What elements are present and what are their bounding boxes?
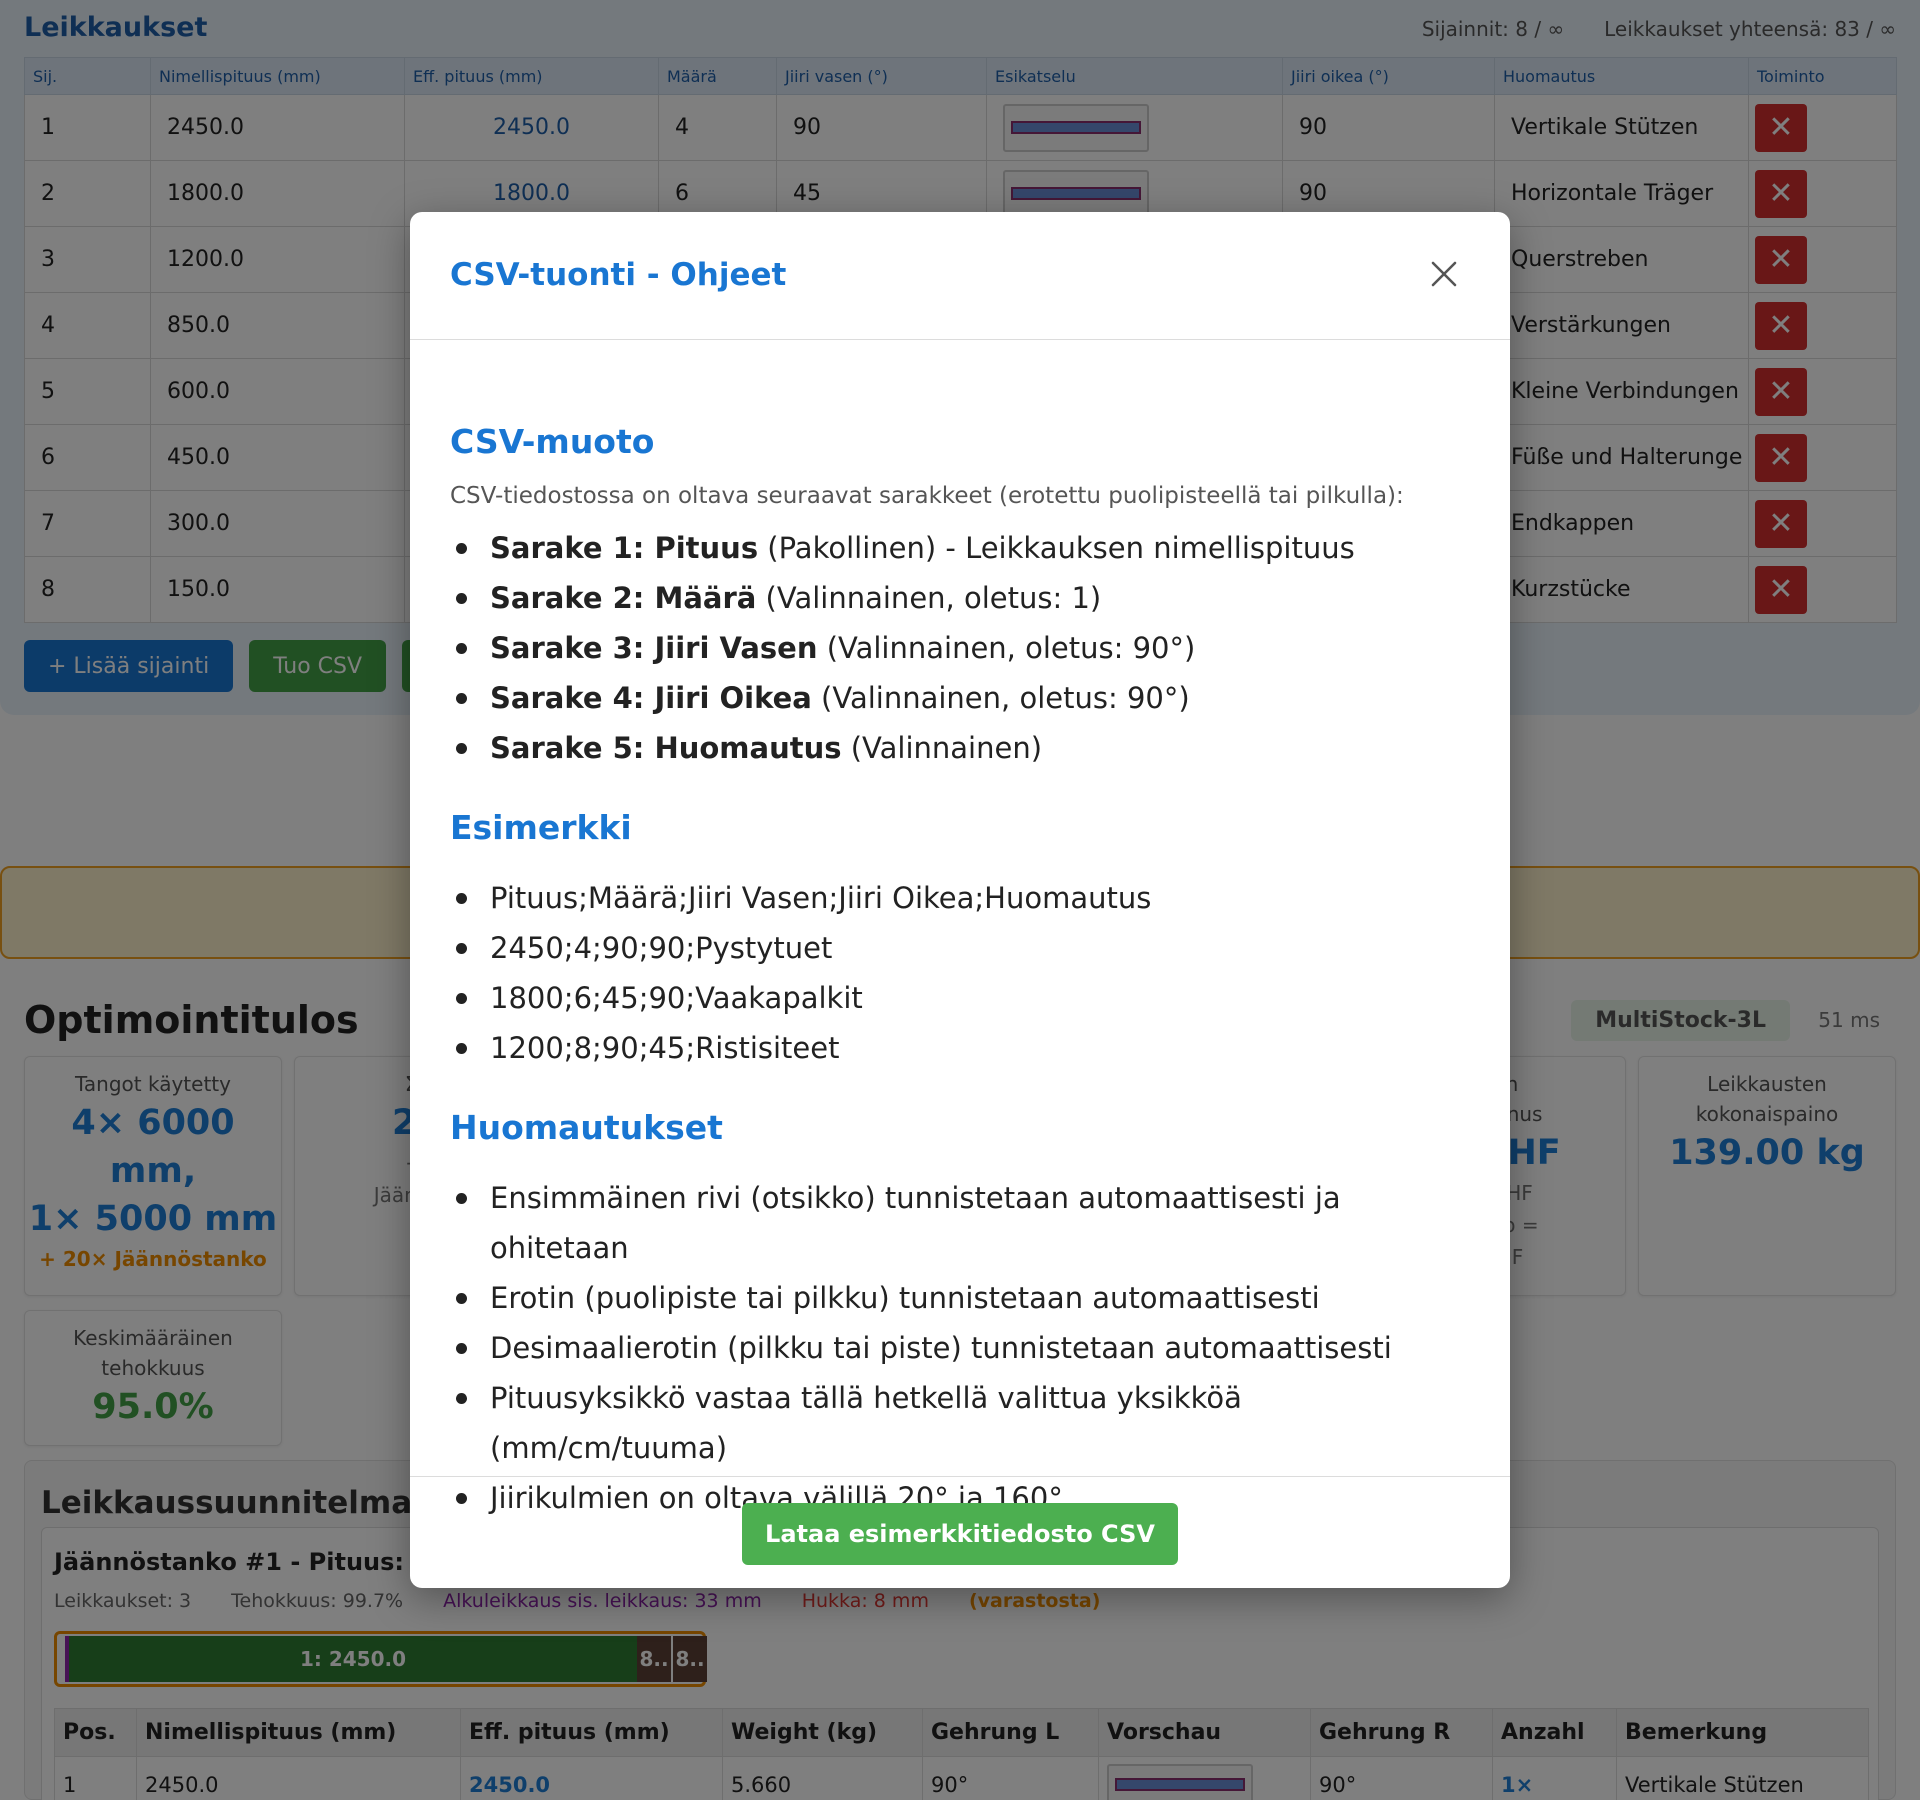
modal-body: CSV-muoto CSV-tiedostossa on oltava seur…	[450, 417, 1480, 1523]
format-column-name: Sarake 1: Pituus	[490, 531, 759, 565]
format-column-name: Sarake 4: Jiiri Oikea	[490, 681, 812, 715]
format-column-item: Sarake 3: Jiiri Vasen (Valinnainen, olet…	[450, 623, 1480, 673]
example-line: 1800;6;45;90;Vaakapalkit	[450, 973, 1480, 1023]
format-column-desc: (Valinnainen, oletus: 90°)	[811, 681, 1190, 715]
format-column-desc: (Valinnainen, oletus: 90°)	[817, 631, 1196, 665]
format-column-item: Sarake 2: Määrä (Valinnainen, oletus: 1)	[450, 573, 1480, 623]
note-item: Desimaalierotin (pilkku tai piste) tunni…	[450, 1323, 1480, 1373]
format-column-item: Sarake 4: Jiiri Oikea (Valinnainen, olet…	[450, 673, 1480, 723]
format-column-desc: (Valinnainen)	[841, 731, 1043, 765]
modal-title: CSV-tuonti - Ohjeet	[450, 257, 787, 293]
format-intro: CSV-tiedostossa on oltava seuraavat sara…	[450, 483, 1404, 509]
note-item: Ensimmäinen rivi (otsikko) tunnistetaan …	[450, 1173, 1480, 1273]
notes-heading: Huomautukset	[450, 1108, 723, 1147]
close-icon[interactable]	[1424, 254, 1464, 294]
example-line: 1200;8;90;45;Ristisiteet	[450, 1023, 1480, 1073]
format-column-name: Sarake 2: Määrä	[490, 581, 757, 615]
format-column-desc: (Pakollinen) - Leikkauksen nimellispituu…	[758, 531, 1355, 565]
format-columns-list: Sarake 1: Pituus (Pakollinen) - Leikkauk…	[450, 523, 1480, 773]
format-column-desc: (Valinnainen, oletus: 1)	[756, 581, 1102, 615]
format-column-item: Sarake 1: Pituus (Pakollinen) - Leikkauk…	[450, 523, 1480, 573]
example-line: Pituus;Määrä;Jiiri Vasen;Jiiri Oikea;Huo…	[450, 873, 1480, 923]
modal-header: CSV-tuonti - Ohjeet	[410, 212, 1510, 340]
format-column-item: Sarake 5: Huomautus (Valinnainen)	[450, 723, 1480, 773]
example-list: Pituus;Määrä;Jiiri Vasen;Jiiri Oikea;Huo…	[450, 873, 1480, 1073]
notes-list: Ensimmäinen rivi (otsikko) tunnistetaan …	[450, 1173, 1480, 1523]
download-example-button[interactable]: Lataa esimerkkitiedosto CSV	[742, 1503, 1178, 1565]
note-item: Pituusyksikkö vastaa tällä hetkellä vali…	[450, 1373, 1480, 1473]
note-item: Erotin (puolipiste tai pilkku) tunnistet…	[450, 1273, 1480, 1323]
example-line: 2450;4;90;90;Pystytuet	[450, 923, 1480, 973]
example-heading: Esimerkki	[450, 808, 632, 847]
format-column-name: Sarake 5: Huomautus	[490, 731, 842, 765]
csv-import-modal: CSV-tuonti - Ohjeet CSV-muoto CSV-tiedos…	[410, 212, 1510, 1588]
modal-footer: Lataa esimerkkitiedosto CSV	[410, 1476, 1510, 1588]
format-heading: CSV-muoto	[450, 422, 655, 461]
format-column-name: Sarake 3: Jiiri Vasen	[490, 631, 818, 665]
